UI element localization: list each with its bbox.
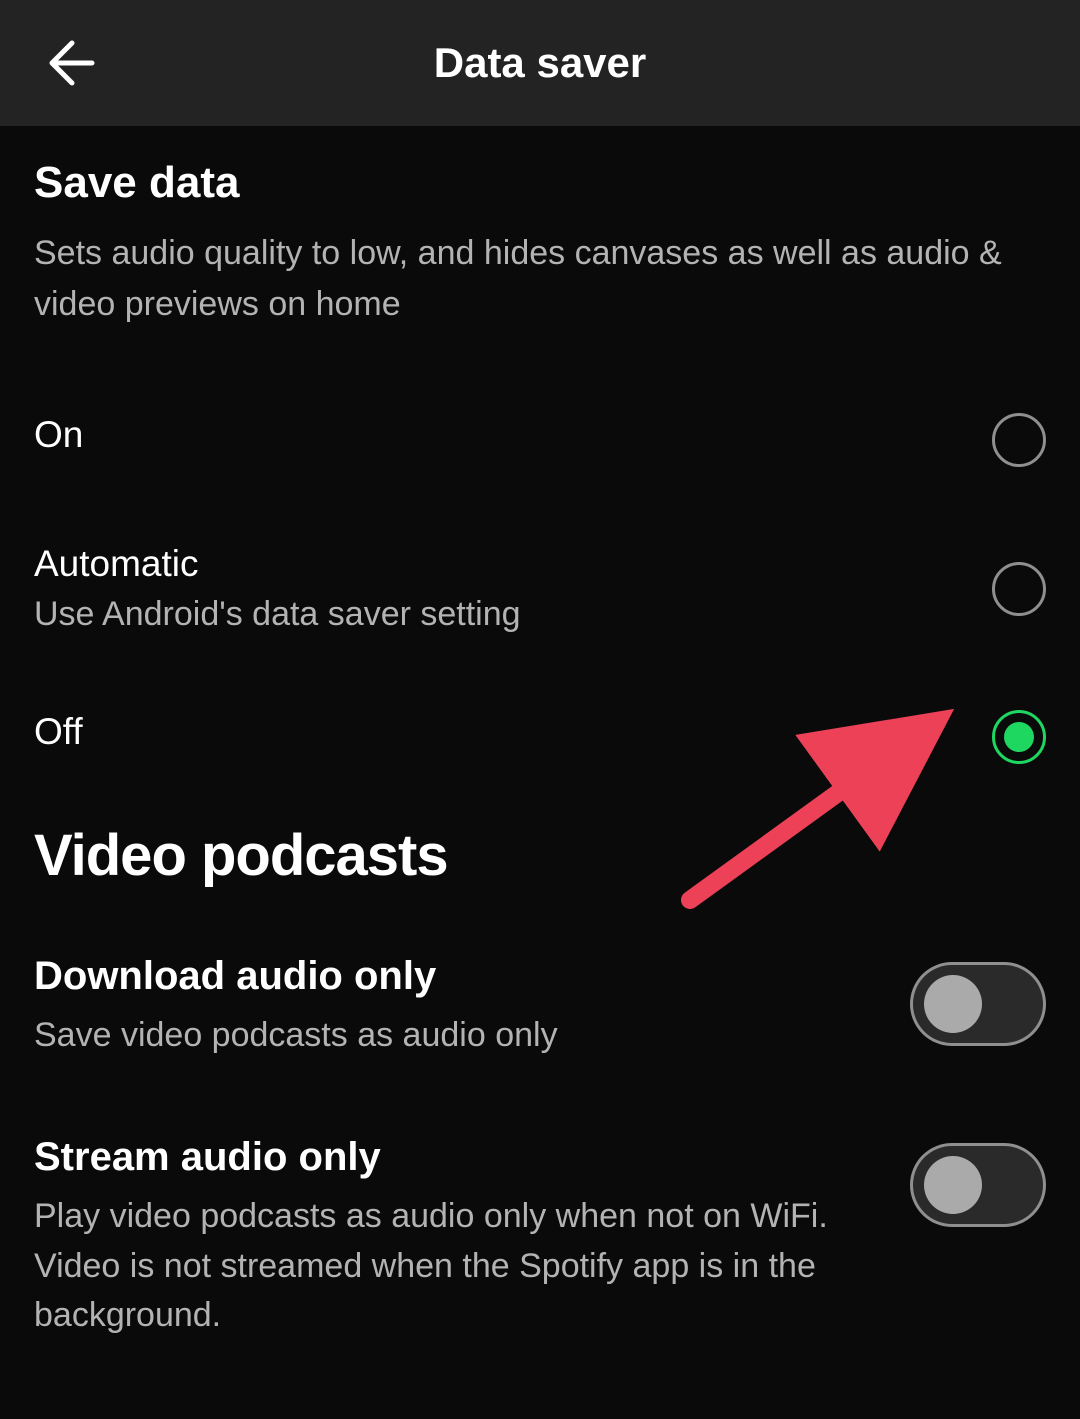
radio-row-automatic[interactable]: Automatic Use Android's data saver setti… bbox=[34, 515, 1046, 662]
toggle-row-download-audio-only[interactable]: Download audio only Save video podcasts … bbox=[34, 934, 1046, 1080]
toggle-label-group: Download audio only Save video podcasts … bbox=[34, 954, 910, 1060]
toggle-stream-audio-only[interactable] bbox=[910, 1143, 1046, 1227]
radio-row-off[interactable]: Off bbox=[34, 682, 1046, 792]
radio-label: On bbox=[34, 414, 992, 456]
content-area: Save data Sets audio quality to low, and… bbox=[0, 126, 1080, 1360]
video-podcasts-heading: Video podcasts bbox=[34, 822, 1046, 889]
radio-label: Automatic bbox=[34, 543, 992, 585]
toggle-row-stream-audio-only[interactable]: Stream audio only Play video podcasts as… bbox=[34, 1115, 1046, 1360]
toggle-label: Stream audio only bbox=[34, 1135, 870, 1180]
radio-label: Off bbox=[34, 711, 992, 753]
toggle-sublabel: Save video podcasts as audio only bbox=[34, 1011, 870, 1060]
toggle-download-audio-only[interactable] bbox=[910, 962, 1046, 1046]
toggle-sublabel: Play video podcasts as audio only when n… bbox=[34, 1192, 870, 1340]
save-data-title: Save data bbox=[34, 158, 1046, 208]
radio-button-on[interactable] bbox=[992, 413, 1046, 467]
back-button[interactable] bbox=[40, 33, 100, 93]
radio-label-group: Automatic Use Android's data saver setti… bbox=[34, 543, 992, 634]
toggle-label-group: Stream audio only Play video podcasts as… bbox=[34, 1135, 910, 1340]
page-title: Data saver bbox=[434, 39, 646, 87]
app-header: Data saver bbox=[0, 0, 1080, 126]
radio-label-group: On bbox=[34, 414, 992, 466]
radio-label-group: Off bbox=[34, 711, 992, 763]
radio-button-off[interactable] bbox=[992, 710, 1046, 764]
save-data-description: Sets audio quality to low, and hides can… bbox=[34, 228, 1046, 330]
toggle-knob bbox=[924, 975, 982, 1033]
toggle-knob bbox=[924, 1156, 982, 1214]
radio-button-automatic[interactable] bbox=[992, 562, 1046, 616]
arrow-left-icon bbox=[44, 37, 96, 89]
radio-sublabel: Use Android's data saver setting bbox=[34, 595, 992, 634]
radio-row-on[interactable]: On bbox=[34, 385, 1046, 495]
toggle-label: Download audio only bbox=[34, 954, 870, 999]
